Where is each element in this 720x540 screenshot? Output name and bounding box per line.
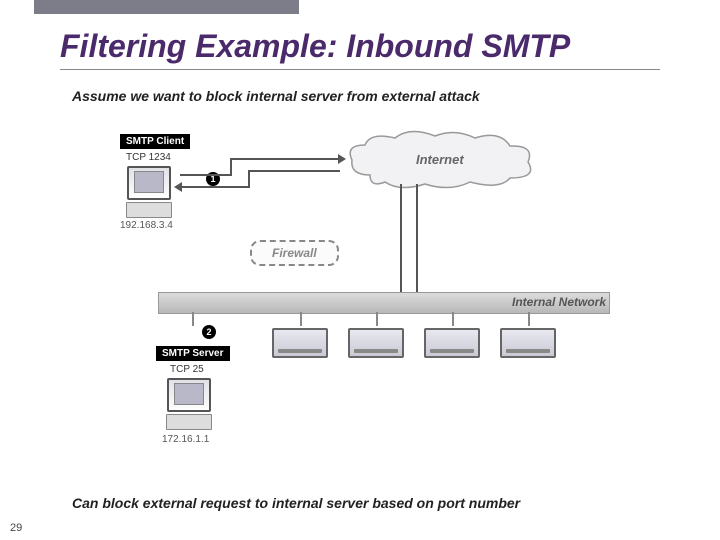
smtp-server-label: SMTP Server (156, 346, 230, 361)
page-number: 29 (10, 522, 22, 534)
drop-5 (528, 312, 530, 326)
arrow1-h2 (230, 158, 340, 160)
server-ip: 172.16.1.1 (162, 434, 209, 445)
top-accent-bar (34, 0, 299, 14)
server-computer-icon (166, 378, 212, 428)
internal-network-label: Internal Network (512, 295, 606, 309)
arrow1-h1 (180, 174, 230, 176)
fw-line-down1 (400, 184, 402, 294)
firewall-box: Firewall (250, 240, 339, 266)
client-port: TCP 1234 (126, 152, 171, 163)
client-ip: 192.168.3.4 (120, 220, 173, 231)
server-port: TCP 25 (170, 364, 204, 375)
client-computer-icon (126, 166, 172, 216)
arrow1b-h2 (248, 170, 340, 172)
arrow1b-head (174, 182, 182, 192)
drop-3 (376, 312, 378, 326)
arrow1-v1 (230, 158, 232, 176)
server-node-2 (272, 328, 332, 360)
server-node-3 (348, 328, 408, 360)
badge-2: 2 (202, 325, 216, 339)
firewall-label: Firewall (272, 246, 317, 260)
drop-1 (192, 312, 194, 326)
server-node-4 (424, 328, 484, 360)
arrow1b-h1 (180, 186, 250, 188)
slide-footnote: Can block external request to internal s… (72, 495, 520, 511)
arrow1b-v1 (248, 170, 250, 188)
smtp-client-label: SMTP Client (120, 134, 190, 149)
drop-4 (452, 312, 454, 326)
drop-2 (300, 312, 302, 326)
slide-subtitle: Assume we want to block internal server … (72, 88, 480, 104)
internet-label: Internet (416, 152, 464, 167)
slide-title: Filtering Example: Inbound SMTP (60, 28, 660, 70)
fw-line-down2 (416, 184, 418, 294)
network-diagram: SMTP Client TCP 1234 192.168.3.4 1 Inter… (120, 130, 610, 450)
server-node-5 (500, 328, 560, 360)
